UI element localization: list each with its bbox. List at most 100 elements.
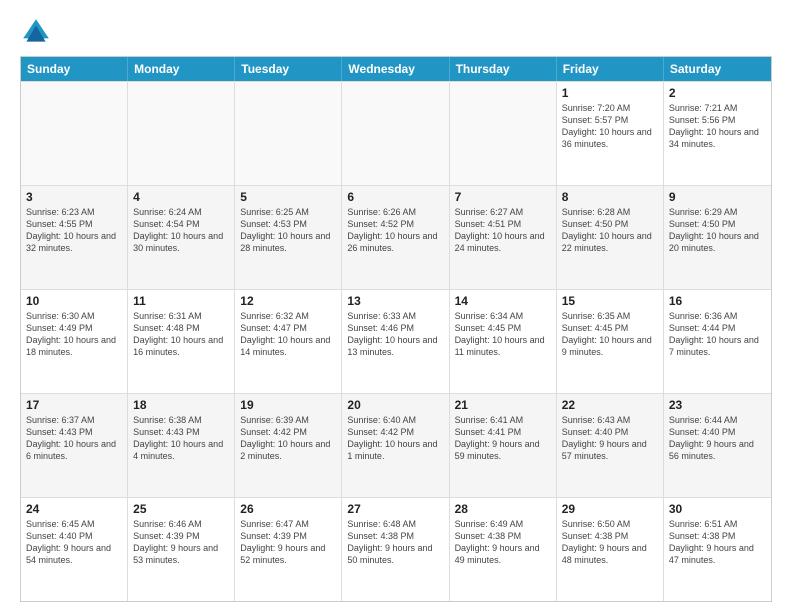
header-day-sunday: Sunday — [21, 57, 128, 81]
cal-cell-r3-c5: 22 Sunrise: 6:43 AM Sunset: 4:40 PM Dayli… — [557, 394, 664, 497]
cell-info: Sunrise: 6:29 AM Sunset: 4:50 PM Dayligh… — [669, 206, 766, 255]
day-number: 4 — [133, 190, 229, 204]
day-number: 11 — [133, 294, 229, 308]
day-number: 30 — [669, 502, 766, 516]
cal-cell-r1-c3: 6 Sunrise: 6:26 AM Sunset: 4:52 PM Daylig… — [342, 186, 449, 289]
day-number: 12 — [240, 294, 336, 308]
cell-info: Sunrise: 6:51 AM Sunset: 4:38 PM Dayligh… — [669, 518, 766, 567]
cal-cell-r4-c3: 27 Sunrise: 6:48 AM Sunset: 4:38 PM Dayli… — [342, 498, 449, 601]
cell-info: Sunrise: 6:50 AM Sunset: 4:38 PM Dayligh… — [562, 518, 658, 567]
cal-cell-r2-c4: 14 Sunrise: 6:34 AM Sunset: 4:45 PM Dayli… — [450, 290, 557, 393]
header-day-saturday: Saturday — [664, 57, 771, 81]
calendar-body: 1 Sunrise: 7:20 AM Sunset: 5:57 PM Daylig… — [21, 81, 771, 601]
cal-cell-r1-c5: 8 Sunrise: 6:28 AM Sunset: 4:50 PM Daylig… — [557, 186, 664, 289]
cal-cell-r1-c0: 3 Sunrise: 6:23 AM Sunset: 4:55 PM Daylig… — [21, 186, 128, 289]
cal-cell-r1-c6: 9 Sunrise: 6:29 AM Sunset: 4:50 PM Daylig… — [664, 186, 771, 289]
day-number: 17 — [26, 398, 122, 412]
header-day-tuesday: Tuesday — [235, 57, 342, 81]
day-number: 6 — [347, 190, 443, 204]
cal-cell-r0-c4 — [450, 82, 557, 185]
cell-info: Sunrise: 6:32 AM Sunset: 4:47 PM Dayligh… — [240, 310, 336, 359]
day-number: 22 — [562, 398, 658, 412]
cell-info: Sunrise: 6:44 AM Sunset: 4:40 PM Dayligh… — [669, 414, 766, 463]
cell-info: Sunrise: 6:48 AM Sunset: 4:38 PM Dayligh… — [347, 518, 443, 567]
day-number: 26 — [240, 502, 336, 516]
cell-info: Sunrise: 7:21 AM Sunset: 5:56 PM Dayligh… — [669, 102, 766, 151]
cell-info: Sunrise: 7:20 AM Sunset: 5:57 PM Dayligh… — [562, 102, 658, 151]
day-number: 23 — [669, 398, 766, 412]
cal-cell-r3-c3: 20 Sunrise: 6:40 AM Sunset: 4:42 PM Dayli… — [342, 394, 449, 497]
cal-cell-r3-c4: 21 Sunrise: 6:41 AM Sunset: 4:41 PM Dayli… — [450, 394, 557, 497]
header-day-friday: Friday — [557, 57, 664, 81]
day-number: 15 — [562, 294, 658, 308]
cell-info: Sunrise: 6:23 AM Sunset: 4:55 PM Dayligh… — [26, 206, 122, 255]
calendar-row-1: 3 Sunrise: 6:23 AM Sunset: 4:55 PM Daylig… — [21, 185, 771, 289]
header — [20, 16, 772, 48]
cell-info: Sunrise: 6:34 AM Sunset: 4:45 PM Dayligh… — [455, 310, 551, 359]
day-number: 24 — [26, 502, 122, 516]
day-number: 7 — [455, 190, 551, 204]
cal-cell-r4-c5: 29Sunrise: 6:50 AM Sunset: 4:38 PM Dayli… — [557, 498, 664, 601]
header-day-thursday: Thursday — [450, 57, 557, 81]
cal-cell-r2-c3: 13 Sunrise: 6:33 AM Sunset: 4:46 PM Dayli… — [342, 290, 449, 393]
day-number: 19 — [240, 398, 336, 412]
cal-cell-r3-c0: 17Sunrise: 6:37 AM Sunset: 4:43 PM Dayli… — [21, 394, 128, 497]
cal-cell-r4-c0: 24 Sunrise: 6:45 AM Sunset: 4:40 PM Dayli… — [21, 498, 128, 601]
day-number: 1 — [562, 86, 658, 100]
cal-cell-r1-c2: 5 Sunrise: 6:25 AM Sunset: 4:53 PM Daylig… — [235, 186, 342, 289]
cell-info: Sunrise: 6:47 AM Sunset: 4:39 PM Dayligh… — [240, 518, 336, 567]
cell-info: Sunrise: 6:25 AM Sunset: 4:53 PM Dayligh… — [240, 206, 336, 255]
cell-info: Sunrise: 6:31 AM Sunset: 4:48 PM Dayligh… — [133, 310, 229, 359]
day-number: 9 — [669, 190, 766, 204]
day-number: 13 — [347, 294, 443, 308]
cal-cell-r0-c1 — [128, 82, 235, 185]
day-number: 5 — [240, 190, 336, 204]
cell-info: Sunrise: 6:43 AM Sunset: 4:40 PM Dayligh… — [562, 414, 658, 463]
calendar: SundayMondayTuesdayWednesdayThursdayFrid… — [20, 56, 772, 602]
cell-info: Sunrise: 6:41 AM Sunset: 4:41 PM Dayligh… — [455, 414, 551, 463]
cal-cell-r4-c4: 28 Sunrise: 6:49 AM Sunset: 4:38 PM Dayli… — [450, 498, 557, 601]
day-number: 16 — [669, 294, 766, 308]
cal-cell-r0-c3 — [342, 82, 449, 185]
cell-info: Sunrise: 6:33 AM Sunset: 4:46 PM Dayligh… — [347, 310, 443, 359]
cell-info: Sunrise: 6:28 AM Sunset: 4:50 PM Dayligh… — [562, 206, 658, 255]
cal-cell-r0-c6: 2Sunrise: 7:21 AM Sunset: 5:56 PM Daylig… — [664, 82, 771, 185]
day-number: 20 — [347, 398, 443, 412]
cell-info: Sunrise: 6:35 AM Sunset: 4:45 PM Dayligh… — [562, 310, 658, 359]
cell-info: Sunrise: 6:27 AM Sunset: 4:51 PM Dayligh… — [455, 206, 551, 255]
cell-info: Sunrise: 6:26 AM Sunset: 4:52 PM Dayligh… — [347, 206, 443, 255]
cell-info: Sunrise: 6:38 AM Sunset: 4:43 PM Dayligh… — [133, 414, 229, 463]
cell-info: Sunrise: 6:40 AM Sunset: 4:42 PM Dayligh… — [347, 414, 443, 463]
cal-cell-r2-c5: 15 Sunrise: 6:35 AM Sunset: 4:45 PM Dayli… — [557, 290, 664, 393]
day-number: 8 — [562, 190, 658, 204]
day-number: 18 — [133, 398, 229, 412]
calendar-row-4: 24 Sunrise: 6:45 AM Sunset: 4:40 PM Dayli… — [21, 497, 771, 601]
day-number: 25 — [133, 502, 229, 516]
cell-info: Sunrise: 6:45 AM Sunset: 4:40 PM Dayligh… — [26, 518, 122, 567]
cell-info: Sunrise: 6:39 AM Sunset: 4:42 PM Dayligh… — [240, 414, 336, 463]
cal-cell-r3-c6: 23 Sunrise: 6:44 AM Sunset: 4:40 PM Dayli… — [664, 394, 771, 497]
header-day-wednesday: Wednesday — [342, 57, 449, 81]
cell-info: Sunrise: 6:46 AM Sunset: 4:39 PM Dayligh… — [133, 518, 229, 567]
cal-cell-r0-c0 — [21, 82, 128, 185]
calendar-row-2: 10Sunrise: 6:30 AM Sunset: 4:49 PM Dayli… — [21, 289, 771, 393]
page: SundayMondayTuesdayWednesdayThursdayFrid… — [0, 0, 792, 612]
cell-info: Sunrise: 6:36 AM Sunset: 4:44 PM Dayligh… — [669, 310, 766, 359]
day-number: 14 — [455, 294, 551, 308]
cell-info: Sunrise: 6:49 AM Sunset: 4:38 PM Dayligh… — [455, 518, 551, 567]
cal-cell-r1-c4: 7 Sunrise: 6:27 AM Sunset: 4:51 PM Daylig… — [450, 186, 557, 289]
cal-cell-r2-c6: 16 Sunrise: 6:36 AM Sunset: 4:44 PM Dayli… — [664, 290, 771, 393]
day-number: 28 — [455, 502, 551, 516]
day-number: 10 — [26, 294, 122, 308]
day-number: 21 — [455, 398, 551, 412]
calendar-row-0: 1 Sunrise: 7:20 AM Sunset: 5:57 PM Daylig… — [21, 81, 771, 185]
cal-cell-r0-c5: 1 Sunrise: 7:20 AM Sunset: 5:57 PM Daylig… — [557, 82, 664, 185]
calendar-row-3: 17Sunrise: 6:37 AM Sunset: 4:43 PM Dayli… — [21, 393, 771, 497]
cal-cell-r2-c0: 10Sunrise: 6:30 AM Sunset: 4:49 PM Dayli… — [21, 290, 128, 393]
cal-cell-r3-c2: 19 Sunrise: 6:39 AM Sunset: 4:42 PM Dayli… — [235, 394, 342, 497]
cal-cell-r3-c1: 18 Sunrise: 6:38 AM Sunset: 4:43 PM Dayli… — [128, 394, 235, 497]
header-day-monday: Monday — [128, 57, 235, 81]
day-number: 27 — [347, 502, 443, 516]
day-number: 3 — [26, 190, 122, 204]
cal-cell-r1-c1: 4Sunrise: 6:24 AM Sunset: 4:54 PM Daylig… — [128, 186, 235, 289]
